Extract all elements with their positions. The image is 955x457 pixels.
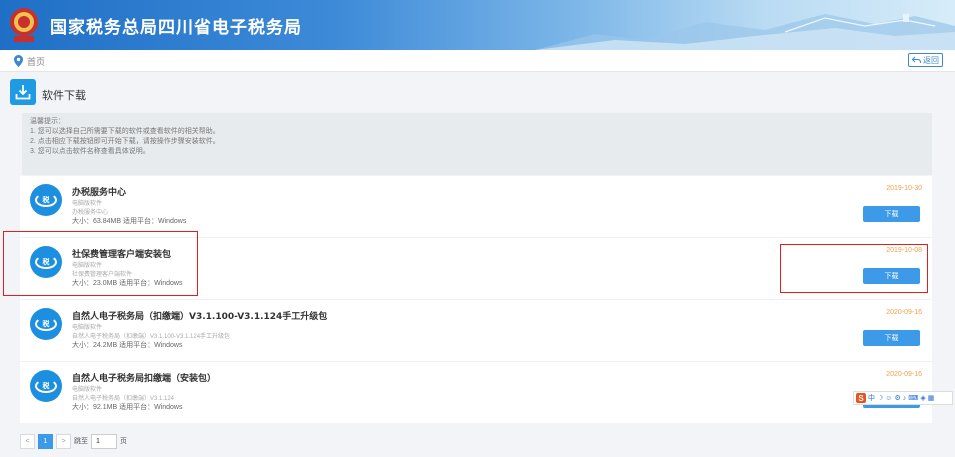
item-type: 电脑版软件: [72, 201, 103, 207]
site-title: 国家税务总局四川省电子税务局: [50, 18, 302, 38]
tax-app-icon: 税: [30, 370, 62, 402]
goto-label: 跳至: [74, 438, 88, 445]
tax-emblem-icon: [10, 8, 38, 42]
back-arrow-icon: [912, 56, 921, 64]
list-item: 税 自然人电子税务局（扣缴端）V3.1.100-V3.1.124手工升级包 电脑…: [20, 300, 932, 362]
location-pin-icon: [14, 55, 23, 67]
grid-icon[interactable]: ▦: [928, 394, 935, 402]
goto-page-input[interactable]: 1: [91, 433, 117, 449]
back-button[interactable]: 返回: [908, 53, 943, 67]
moon-icon[interactable]: ☽: [877, 394, 883, 402]
ime-mode[interactable]: 中: [868, 393, 875, 403]
item-desc: 自然人电子税务局（扣缴端）V3.1.124: [72, 396, 175, 402]
tips-line: 2. 点击相应下载按钮即可开始下载，请按操作步骤安装软件。: [30, 138, 220, 145]
download-button[interactable]: 下载: [863, 206, 920, 222]
pagination: < 1 > 跳至 1 页: [20, 433, 127, 449]
prev-page-button[interactable]: <: [20, 433, 35, 449]
page-title: 软件下载: [42, 89, 86, 102]
item-name[interactable]: 自然人电子税务局（扣缴端）V3.1.100-V3.1.124手工升级包: [72, 309, 327, 322]
item-meta: 大小：24.2MB 适用平台：Windows: [72, 342, 183, 349]
item-desc: 办税服务中心: [72, 210, 109, 216]
item-name[interactable]: 自然人电子税务局扣缴端（安装包）: [72, 371, 216, 384]
tips-line: 1. 您可以选择自己所需要下载的软件或查看软件的相关帮助。: [30, 128, 220, 135]
next-page-button[interactable]: >: [56, 433, 71, 449]
site-header: 国家税务总局四川省电子税务局: [0, 0, 955, 50]
great-wall-banner: [535, 14, 955, 50]
breadcrumb-bar: 首页 返回: [0, 50, 955, 72]
list-item: 税 自然人电子税务局扣缴端（安装包） 电脑版软件 自然人电子税务局（扣缴端）V3…: [20, 362, 932, 424]
sogou-logo-icon[interactable]: S: [856, 393, 866, 403]
back-button-label: 返回: [923, 55, 939, 65]
item-date: 2020-09-16: [886, 371, 922, 378]
item-type: 电脑版软件: [72, 387, 103, 393]
tax-app-icon: 税: [30, 308, 62, 340]
item-date: 2019-10-30: [886, 185, 922, 192]
tips-line: 3. 您可以点击软件名称查看具体说明。: [30, 148, 150, 155]
item-date: 2020-09-16: [886, 309, 922, 316]
emoji-icon[interactable]: ☺: [885, 395, 892, 402]
item-type: 电脑版软件: [72, 325, 103, 331]
highlight-box-item: [3, 231, 198, 296]
page-suffix: 页: [120, 438, 127, 445]
download-section-icon: [10, 79, 36, 105]
ime-toolbar[interactable]: S 中 ☽ ☺ ⚙ ♪ ⌨ ◈ ▦: [853, 391, 953, 405]
item-name[interactable]: 办税服务中心: [72, 185, 126, 198]
page-1-button[interactable]: 1: [38, 433, 53, 449]
keyboard-icon[interactable]: ⌨: [908, 394, 918, 402]
list-item: 税 办税服务中心 电脑版软件 办税服务中心 大小：63.84MB 适用平台：Wi…: [20, 176, 932, 238]
skin-icon[interactable]: ◈: [920, 394, 925, 402]
item-meta: 大小：92.1MB 适用平台：Windows: [72, 404, 183, 411]
breadcrumb-home[interactable]: 首页: [27, 55, 45, 68]
highlight-box-download: [780, 244, 928, 293]
tips-heading: 温馨提示：: [30, 118, 65, 125]
item-desc: 自然人电子税务局（扣缴端）V3.1.100-V3.1.124手工升级包: [72, 334, 231, 340]
download-button[interactable]: 下载: [863, 330, 920, 346]
item-meta: 大小：63.84MB 适用平台：Windows: [72, 218, 187, 225]
settings-icon[interactable]: ⚙: [894, 394, 900, 402]
tax-app-icon: 税: [30, 184, 62, 216]
tips-panel: 温馨提示： 1. 您可以选择自己所需要下载的软件或查看软件的相关帮助。 2. 点…: [22, 113, 932, 175]
software-list: 税 办税服务中心 电脑版软件 办税服务中心 大小：63.84MB 适用平台：Wi…: [20, 176, 932, 423]
mic-icon[interactable]: ♪: [903, 395, 907, 402]
